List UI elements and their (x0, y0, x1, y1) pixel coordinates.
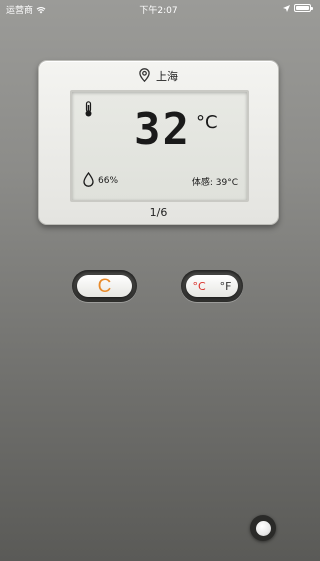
unit-toggle-button[interactable]: °C °F (181, 270, 243, 302)
location-pin-icon (139, 67, 150, 85)
humidity-value: 66% (98, 176, 119, 186)
assistive-touch-button[interactable] (250, 515, 276, 541)
unit-toggle-face[interactable]: °C °F (186, 275, 238, 297)
temperature-value: 32 (134, 104, 191, 155)
lcd-display: 32 °C 66% 体感: 39°C (70, 90, 249, 202)
status-right (283, 4, 313, 12)
page-indicator: 1/6 (149, 206, 168, 219)
celsius-button-face[interactable]: C (77, 275, 132, 297)
celsius-glyph: C (97, 275, 112, 297)
location-arrow-icon (283, 4, 290, 12)
battery-icon (294, 4, 313, 12)
unit-celsius-option[interactable]: °C (192, 280, 205, 293)
status-time: 下午2:07 (139, 6, 178, 16)
celsius-button[interactable]: C (72, 270, 137, 302)
location-header: 上海 (39, 67, 278, 85)
thermometer-icon (84, 101, 93, 121)
water-drop-icon (83, 171, 94, 190)
unit-fahrenheit-option[interactable]: °F (220, 280, 232, 293)
feels-like-value: 体感: 39°C (191, 178, 238, 188)
status-bar: 运营商 下午2:07 (0, 0, 317, 18)
temperature-unit: °C (196, 112, 218, 133)
humidity-readout: 66% (83, 171, 119, 190)
weather-device-card[interactable]: 上海 32 °C 66% 体感: 39°C 1/6 (38, 60, 279, 225)
assistive-touch-dot (255, 520, 271, 536)
location-name: 上海 (156, 70, 178, 83)
